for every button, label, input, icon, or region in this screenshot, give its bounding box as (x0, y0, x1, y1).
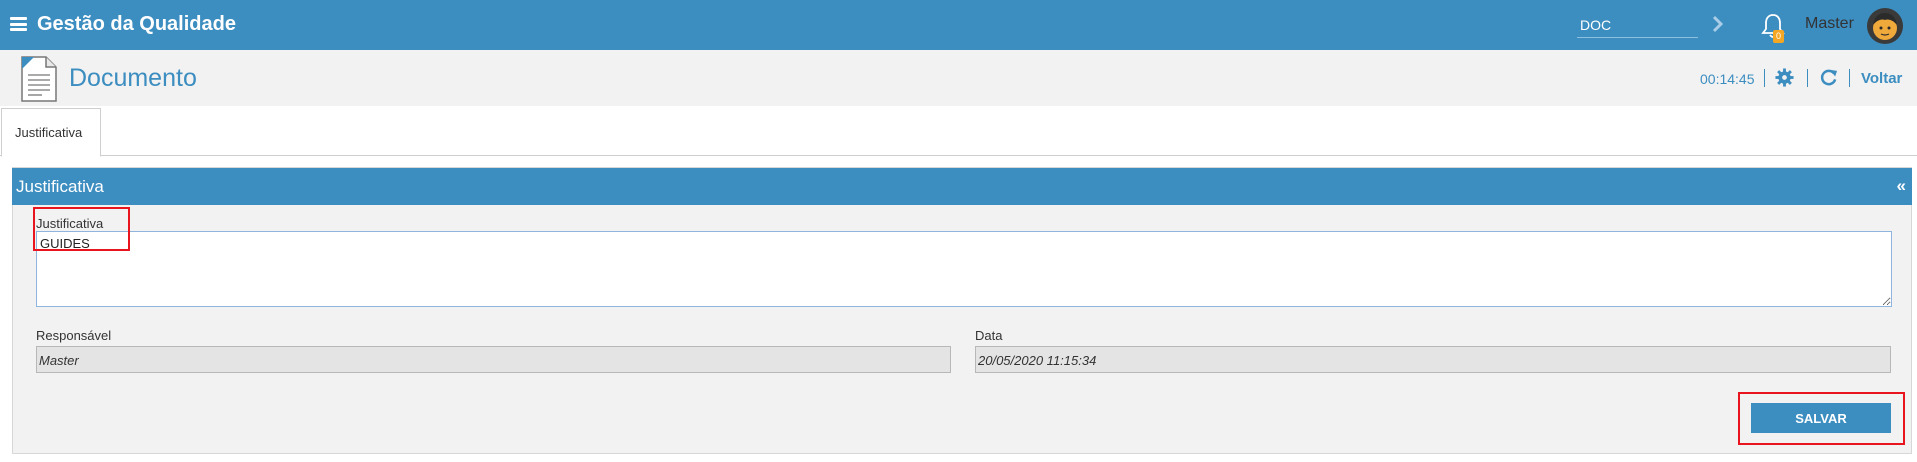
chevron-right-icon[interactable] (1710, 13, 1726, 35)
tab-bar (0, 106, 1917, 156)
separator (1849, 69, 1850, 87)
page-title: Documento (69, 64, 197, 92)
document-icon (21, 56, 57, 102)
panel-header: Justificativa « (12, 168, 1912, 205)
menu-icon[interactable] (10, 17, 27, 31)
avatar-icon[interactable] (1867, 8, 1903, 44)
gear-icon[interactable] (1775, 68, 1794, 87)
responsavel-field: Master (36, 346, 951, 373)
tab-justificativa[interactable]: Justificativa (1, 108, 101, 157)
page-header (0, 50, 1917, 106)
responsavel-label: Responsável (36, 328, 112, 343)
data-label: Data (975, 328, 1003, 343)
panel-title: Justificativa (16, 177, 104, 196)
user-name[interactable]: Master (1805, 15, 1854, 33)
refresh-icon[interactable] (1819, 68, 1838, 87)
app-title: Gestão da Qualidade (37, 13, 236, 35)
notification-badge: 0 (1773, 30, 1784, 43)
data-field: 20/05/2020 11:15:34 (975, 346, 1891, 373)
justificativa-label: Justificativa (36, 216, 104, 231)
session-timer: 00:14:45 (1700, 71, 1755, 87)
collapse-button[interactable]: « (1897, 176, 1906, 196)
justificativa-textarea[interactable]: GUIDES (36, 231, 1892, 307)
separator (1807, 69, 1808, 87)
back-link[interactable]: Voltar (1861, 70, 1902, 87)
separator (1764, 69, 1765, 87)
save-button[interactable]: SALVAR (1751, 403, 1891, 433)
search-input[interactable] (1577, 12, 1698, 38)
justificativa-panel (12, 167, 1912, 454)
